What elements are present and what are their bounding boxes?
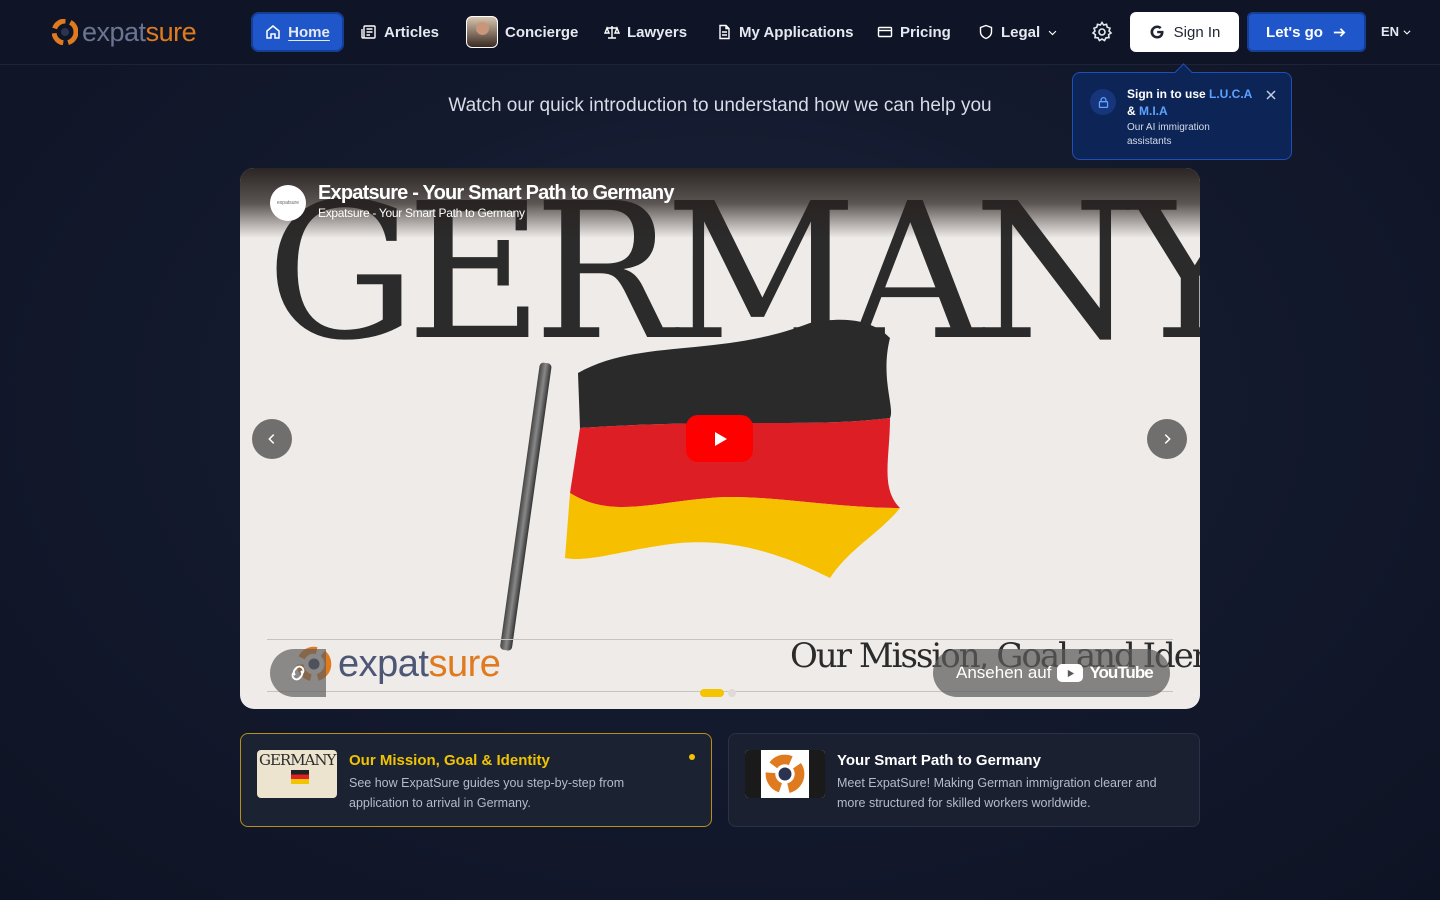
sign-in-label: Sign In: [1173, 23, 1221, 41]
watch-on-youtube-button[interactable]: Ansehen auf YouTube: [933, 649, 1170, 697]
lets-go-label: Let's go: [1266, 23, 1323, 41]
chevron-right-icon: [1164, 434, 1171, 444]
lets-go-button[interactable]: Let's go: [1247, 12, 1366, 52]
logo-mark-icon: [52, 19, 78, 45]
logo-text-part2: sure: [145, 17, 197, 47]
nav-legal-label: Legal: [1001, 23, 1041, 41]
nav-home-label: Home: [288, 23, 330, 41]
chevron-left-icon: [268, 434, 275, 444]
nav-concierge-label: Concierge: [505, 23, 579, 41]
link-icon: [291, 665, 305, 681]
intro-text: Watch our quick introduction to understa…: [448, 95, 992, 116]
card-description: See how ExpatSure guides you step-by-ste…: [349, 776, 625, 810]
nav-articles[interactable]: Articles: [361, 12, 439, 52]
card-title: Your Smart Path to Germany: [837, 752, 1041, 769]
nav-my-applications[interactable]: My Applications: [716, 12, 853, 52]
video-card-mission[interactable]: GERMANY Our Mission, Goal & Identity See…: [240, 733, 712, 827]
home-icon: [266, 25, 280, 39]
shield-icon: [979, 24, 993, 40]
video-title[interactable]: Expatsure - Your Smart Path to Germany: [318, 182, 674, 205]
video-expatsure-logo: expatsure: [296, 642, 501, 685]
logo-mark-icon: [765, 754, 805, 794]
watch-on-label: Ansehen auf: [956, 663, 1052, 682]
logo-text-part1: expat: [82, 17, 146, 47]
video-card-smart-path[interactable]: Your Smart Path to Germany Meet ExpatSur…: [728, 733, 1200, 827]
chevron-down-icon: [1403, 29, 1411, 35]
channel-avatar[interactable]: expatsure: [270, 185, 306, 221]
thumbnail-text: GERMANY: [259, 751, 336, 769]
carousel-indicators: [700, 689, 736, 697]
carousel-next-button[interactable]: [1147, 419, 1187, 459]
video-logo-part2: sure: [428, 642, 501, 685]
video-player[interactable]: GERMANY expatsure Expatsure - Your Smart…: [240, 168, 1200, 709]
video-thumbnail: [745, 750, 825, 798]
expatsure-logo[interactable]: expatsure: [52, 17, 197, 47]
nav-home[interactable]: Home: [251, 12, 344, 52]
copy-link-button[interactable]: [270, 649, 326, 697]
nav-my-applications-label: My Applications: [739, 23, 854, 41]
carousel-dot-active[interactable]: [700, 689, 724, 697]
video-channel: Expatsure - Your Smart Path to Germany: [318, 206, 525, 220]
sign-in-button[interactable]: Sign In: [1130, 12, 1239, 52]
card-title: Our Mission, Goal & Identity: [349, 752, 550, 769]
nav-legal-dropdown[interactable]: Legal: [978, 12, 1058, 52]
nav-lawyers[interactable]: Lawyers: [604, 12, 687, 52]
youtube-play-button[interactable]: [686, 415, 753, 462]
popover-subtitle: Our AI immigration assistants: [1127, 122, 1210, 147]
active-indicator-dot: [689, 754, 695, 760]
language-selector[interactable]: EN: [1381, 24, 1412, 39]
youtube-icon: [1057, 664, 1084, 682]
carousel-prev-button[interactable]: [252, 419, 292, 459]
nav-articles-label: Articles: [384, 23, 440, 41]
play-icon: [714, 431, 727, 446]
video-thumbnail: GERMANY: [257, 750, 337, 798]
video-logo-part1: expat: [338, 642, 429, 685]
nav-lawyers-label: Lawyers: [627, 23, 688, 41]
flag-pole: [499, 362, 552, 652]
nav-concierge[interactable]: Concierge: [466, 12, 578, 52]
card-description: Meet ExpatSure! Making German immigratio…: [837, 776, 1157, 810]
chevron-down-icon: [1048, 30, 1057, 35]
google-g-icon: [1150, 25, 1164, 39]
thumbnail-flag: [291, 770, 309, 784]
nav-pricing[interactable]: Pricing: [877, 12, 951, 52]
credit-card-icon: [877, 26, 893, 38]
arrow-right-icon: [1333, 27, 1346, 37]
youtube-wordmark: YouTube: [1089, 663, 1153, 682]
scale-icon: [604, 26, 620, 39]
newspaper-icon: [361, 25, 376, 39]
document-icon: [719, 24, 730, 40]
top-navbar: expatsure Home Articles Concierge Lawyer…: [0, 0, 1440, 65]
settings-gear-icon[interactable]: [1090, 20, 1114, 44]
nav-pricing-label: Pricing: [900, 23, 951, 41]
concierge-avatar: [466, 16, 498, 48]
carousel-dot[interactable]: [728, 689, 736, 697]
language-label: EN: [1381, 24, 1400, 39]
